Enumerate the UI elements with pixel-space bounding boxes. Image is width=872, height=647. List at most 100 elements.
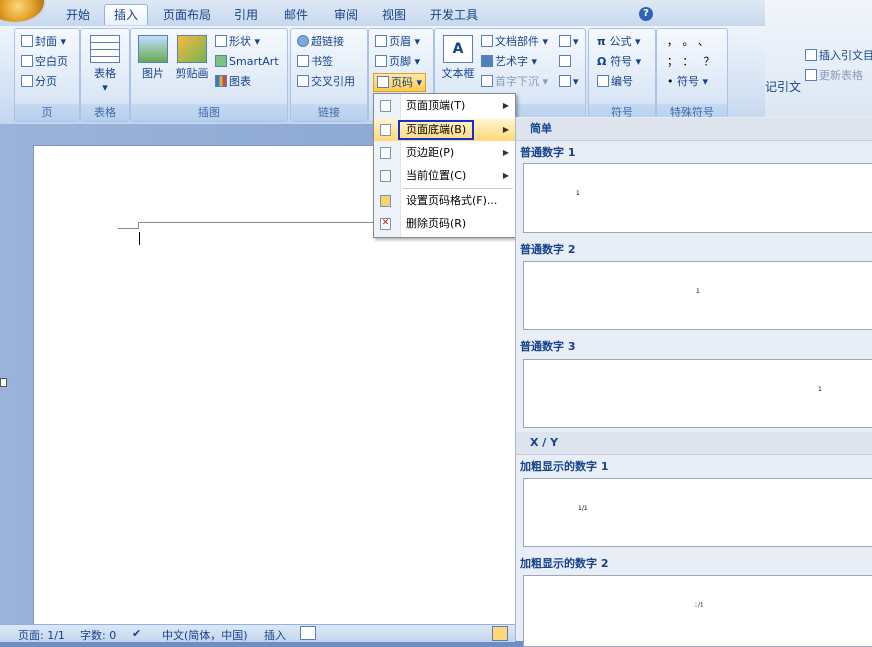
page-number-preview: 1 — [818, 386, 822, 393]
textbox-button[interactable]: A 文本框 — [439, 35, 477, 81]
watermark: Baidu经验 — [679, 586, 825, 619]
cover-button[interactable]: 封面 ▾ — [21, 32, 66, 51]
dropcap-button[interactable]: 首字下沉 ▾ — [481, 72, 548, 91]
gallery-category-xy: X / Y — [516, 432, 872, 455]
header-button[interactable]: 页眉 ▾ — [375, 32, 420, 51]
group-links: 超链接 书签 交叉引用 链接 — [290, 28, 368, 122]
bookmark-button[interactable]: 书签 — [297, 52, 333, 71]
numbering-icon — [597, 75, 609, 87]
tab-view[interactable]: 视图 — [374, 5, 414, 25]
gallery-item-plain-2[interactable]: 1 — [523, 261, 872, 330]
page-number-preview: 1 — [696, 288, 700, 295]
page-break-icon — [21, 75, 33, 87]
chart-button[interactable]: 图表 — [215, 72, 251, 91]
page-number-button[interactable]: 页码 ▾ — [373, 73, 427, 92]
tab-insert[interactable]: 插入 — [104, 4, 148, 25]
tab-developer[interactable]: 开发工具 — [422, 5, 486, 25]
wordart-icon — [481, 55, 493, 67]
special-row1[interactable]: ，。、 — [667, 32, 719, 51]
special-row2[interactable]: ；：？ — [667, 52, 725, 71]
proofing-icon[interactable]: ✔ — [132, 627, 141, 640]
menu-item-remove-page-numbers[interactable]: ✕ 删除页码(R) — [374, 213, 515, 235]
quickparts-button[interactable]: 文档部件 ▾ — [481, 32, 548, 51]
remove-page-numbers-icon: ✕ — [380, 218, 391, 230]
table-button[interactable]: 表格 ▾ — [89, 35, 121, 94]
page-number-gallery: 简单 普通数字 1 1 普通数字 2 1 普通数字 3 1 X / Y 加粗显示… — [515, 117, 872, 647]
submenu-arrow-icon: ▶ — [502, 148, 509, 157]
menu-item-page-margins[interactable]: 页边距(P) ▶ — [374, 142, 515, 164]
gallery-category-simple: 简单 — [516, 118, 872, 141]
special-symbol-button[interactable]: • 符号 ▾ — [667, 72, 708, 91]
group-special-symbols: ，。、 ；：？ • 符号 ▾ 特殊符号 — [656, 28, 728, 122]
gallery-item-plain-3[interactable]: 1 — [523, 359, 872, 428]
menu-item-bottom-of-page[interactable]: 页面底端(B) ▶ — [374, 119, 515, 141]
top-of-page-icon — [380, 100, 391, 112]
bottom-of-page-icon — [380, 124, 391, 136]
quickparts-icon — [481, 35, 493, 47]
margin-mark — [118, 228, 138, 229]
group-label-illustrations: 插图 — [131, 104, 287, 121]
blank-page-button[interactable]: 空白页 — [21, 52, 68, 71]
page-margins-icon — [380, 147, 391, 159]
page-number-icon — [377, 76, 389, 88]
page-number-preview: 1 — [576, 190, 580, 197]
print-layout-icon[interactable] — [492, 626, 508, 641]
submenu-arrow-icon: ▶ — [502, 171, 509, 180]
omega-icon: Ω — [597, 55, 611, 68]
header-icon — [375, 35, 387, 47]
menu-item-format-page-numbers[interactable]: 设置页码格式(F)... — [374, 190, 515, 212]
crossref-button[interactable]: 交叉引用 — [297, 72, 355, 91]
group-pages: 封面 ▾ 空白页 分页 页 — [14, 28, 80, 122]
group-illustrations: 图片 剪贴画 形状 ▾ SmartArt 图表 插图 — [130, 28, 288, 122]
clipart-icon — [177, 35, 207, 63]
tab-review[interactable]: 审阅 — [326, 5, 366, 25]
equation-button[interactable]: π 公式 ▾ — [597, 32, 641, 51]
citation-icon — [805, 49, 817, 61]
menu-item-current-position[interactable]: 当前位置(C) ▶ — [374, 165, 515, 187]
symbol-button[interactable]: Ω 符号 ▾ — [597, 52, 641, 71]
object-icon — [559, 75, 571, 87]
tab-home[interactable]: 开始 — [60, 5, 96, 25]
page-break-button[interactable]: 分页 — [21, 72, 57, 91]
hyperlink-button[interactable]: 超链接 — [297, 32, 344, 51]
mark-citation-button[interactable]: 记引文 — [765, 78, 801, 97]
submenu-arrow-icon: ▶ — [502, 101, 509, 110]
ruler-marker[interactable] — [0, 378, 7, 387]
numbering-button[interactable]: 编号 — [597, 72, 633, 91]
shapes-icon — [215, 35, 227, 47]
gallery-item-bold-1[interactable]: 1/1 — [523, 478, 872, 547]
gallery-item-label: 普通数字 1 — [520, 146, 576, 159]
smartart-button[interactable]: SmartArt — [215, 52, 279, 71]
bookmark-icon — [297, 55, 309, 67]
bullet-icon: • — [667, 75, 677, 88]
menu-item-top-of-page[interactable]: 页面顶端(T) ▶ — [374, 95, 515, 117]
picture-icon — [138, 35, 168, 63]
ribbon-tab-bar: 开始 插入 页面布局 引用 邮件 审阅 视图 开发工具 ? — [0, 0, 765, 26]
insert-citation-button[interactable]: 插入引文目 — [805, 46, 872, 65]
footer-button[interactable]: 页脚 ▾ — [375, 52, 420, 71]
current-position-icon — [380, 170, 391, 182]
update-table-button[interactable]: 更新表格 — [805, 66, 863, 85]
gallery-item-label: 普通数字 2 — [520, 243, 576, 256]
picture-button[interactable]: 图片 — [137, 35, 169, 81]
tab-page-layout[interactable]: 页面布局 — [158, 5, 216, 25]
group-label-tables: 表格 — [81, 104, 129, 121]
tab-mailings[interactable]: 邮件 — [276, 5, 316, 25]
help-icon[interactable]: ? — [639, 7, 653, 21]
macro-record-icon[interactable] — [300, 626, 316, 640]
datetime-button[interactable] — [559, 52, 573, 71]
wordart-button[interactable]: 艺术字 ▾ — [481, 52, 537, 71]
signature-button[interactable]: ▾ — [559, 32, 579, 51]
shapes-button[interactable]: 形状 ▾ — [215, 32, 260, 51]
clipart-button[interactable]: 剪贴画 — [173, 35, 211, 81]
text-cursor — [139, 232, 140, 245]
footer-icon — [375, 55, 387, 67]
cover-icon — [21, 35, 33, 47]
page-number-menu: 页面顶端(T) ▶ 页面底端(B) ▶ 页边距(P) ▶ 当前位置(C) ▶ 设… — [373, 93, 516, 238]
gallery-item-plain-1[interactable]: 1 — [523, 163, 872, 233]
tab-references[interactable]: 引用 — [226, 5, 266, 25]
blank-page-icon — [21, 55, 33, 67]
group-label-pages: 页 — [15, 104, 79, 121]
chart-icon — [215, 75, 227, 87]
object-button[interactable]: ▾ — [559, 72, 579, 91]
